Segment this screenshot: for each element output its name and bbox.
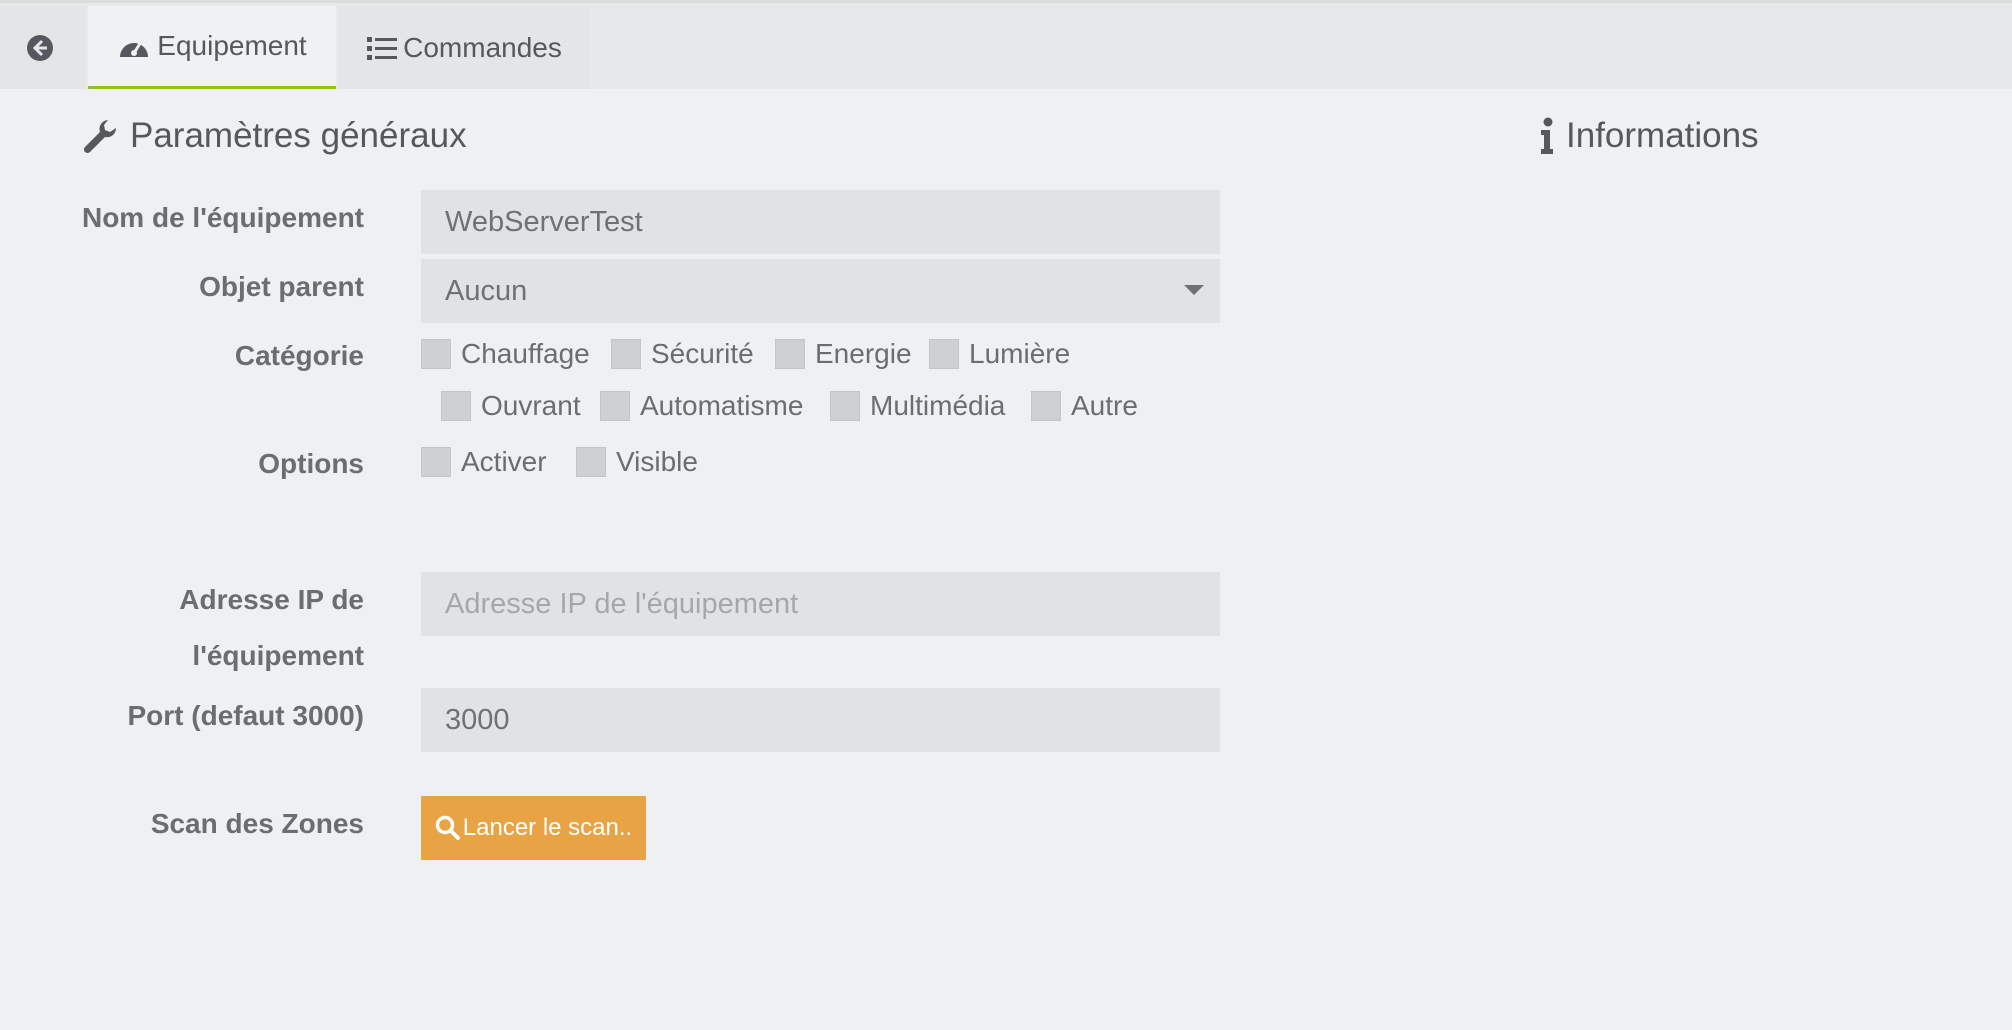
port-label: Port (defaut 3000) bbox=[127, 700, 365, 731]
ip-label-line2: l'équipement bbox=[192, 640, 364, 671]
chevron-down-icon bbox=[1184, 285, 1204, 295]
tab-equipement[interactable]: Equipement bbox=[88, 6, 336, 89]
checkbox[interactable] bbox=[421, 339, 451, 369]
name-field[interactable]: WebServerTest bbox=[421, 190, 1220, 254]
category-automatisme-label: Automatisme bbox=[640, 390, 804, 421]
category-chauffage[interactable]: Chauffage bbox=[421, 338, 590, 370]
tab-bar: Equipement Commandes bbox=[0, 3, 2012, 89]
category-lumiere[interactable]: Lumière bbox=[929, 338, 1070, 370]
category-autre-label: Autre bbox=[1071, 390, 1138, 421]
name-value: WebServerTest bbox=[445, 205, 643, 238]
option-visible-label: Visible bbox=[616, 446, 698, 477]
port-value: 3000 bbox=[445, 703, 510, 736]
category-automatisme[interactable]: Automatisme bbox=[600, 390, 803, 422]
ip-label-line1: Adresse IP de bbox=[179, 584, 364, 615]
info-icon bbox=[1541, 117, 1553, 154]
checkbox[interactable] bbox=[441, 391, 471, 421]
ip-label: Adresse IP de l'équipement bbox=[179, 572, 364, 684]
category-ouvrant-label: Ouvrant bbox=[481, 390, 581, 421]
arrow-circle-left-icon bbox=[27, 34, 53, 61]
options-label: Options bbox=[258, 448, 364, 479]
checkbox[interactable] bbox=[611, 339, 641, 369]
tachometer-icon bbox=[120, 41, 149, 57]
checkbox[interactable] bbox=[1031, 391, 1061, 421]
tab-commandes-label: Commandes bbox=[403, 31, 562, 63]
category-securite-label: Sécurité bbox=[651, 338, 754, 369]
parent-label: Objet parent bbox=[199, 271, 364, 302]
option-visible[interactable]: Visible bbox=[576, 446, 698, 478]
port-field[interactable]: 3000 bbox=[421, 688, 1220, 752]
category-multimedia[interactable]: Multimédia bbox=[830, 390, 1005, 422]
category-ouvrant[interactable]: Ouvrant bbox=[441, 390, 581, 422]
tab-equipement-label: Equipement bbox=[157, 30, 307, 61]
option-activer-label: Activer bbox=[461, 446, 547, 477]
general-settings-title: Paramètres généraux bbox=[82, 116, 467, 156]
name-label: Nom de l'équipement bbox=[81, 202, 364, 233]
back-button[interactable] bbox=[0, 6, 86, 89]
general-settings-label: Paramètres généraux bbox=[130, 116, 467, 155]
scan-label: Scan des Zones bbox=[150, 808, 364, 839]
list-icon bbox=[367, 36, 398, 60]
informations-label: Informations bbox=[1566, 116, 1759, 155]
tab-commandes[interactable]: Commandes bbox=[338, 6, 591, 89]
category-label: Catégorie bbox=[234, 340, 364, 371]
checkbox[interactable] bbox=[830, 391, 860, 421]
category-autre[interactable]: Autre bbox=[1031, 390, 1138, 422]
parent-select[interactable]: Aucun bbox=[421, 259, 1220, 323]
ip-field[interactable]: Adresse IP de l'équipement bbox=[421, 572, 1220, 636]
option-activer[interactable]: Activer bbox=[421, 446, 547, 478]
scan-button-label: Lancer le scan.. bbox=[462, 814, 633, 841]
category-multimedia-label: Multimédia bbox=[870, 390, 1006, 421]
checkbox[interactable] bbox=[929, 339, 959, 369]
checkbox[interactable] bbox=[600, 391, 630, 421]
ip-placeholder: Adresse IP de l'équipement bbox=[445, 587, 799, 620]
category-energie-label: Energie bbox=[815, 338, 912, 369]
checkbox[interactable] bbox=[775, 339, 805, 369]
parent-value: Aucun bbox=[445, 274, 528, 307]
category-chauffage-label: Chauffage bbox=[461, 338, 590, 369]
search-icon bbox=[435, 815, 460, 840]
checkbox[interactable] bbox=[421, 447, 451, 477]
category-lumiere-label: Lumière bbox=[969, 338, 1071, 369]
checkbox[interactable] bbox=[576, 447, 606, 477]
informations-title: Informations bbox=[1540, 116, 1759, 156]
category-energie[interactable]: Energie bbox=[775, 338, 912, 370]
wrench-icon bbox=[83, 120, 117, 154]
scan-button[interactable]: Lancer le scan.. bbox=[421, 796, 646, 860]
category-securite[interactable]: Sécurité bbox=[611, 338, 754, 370]
